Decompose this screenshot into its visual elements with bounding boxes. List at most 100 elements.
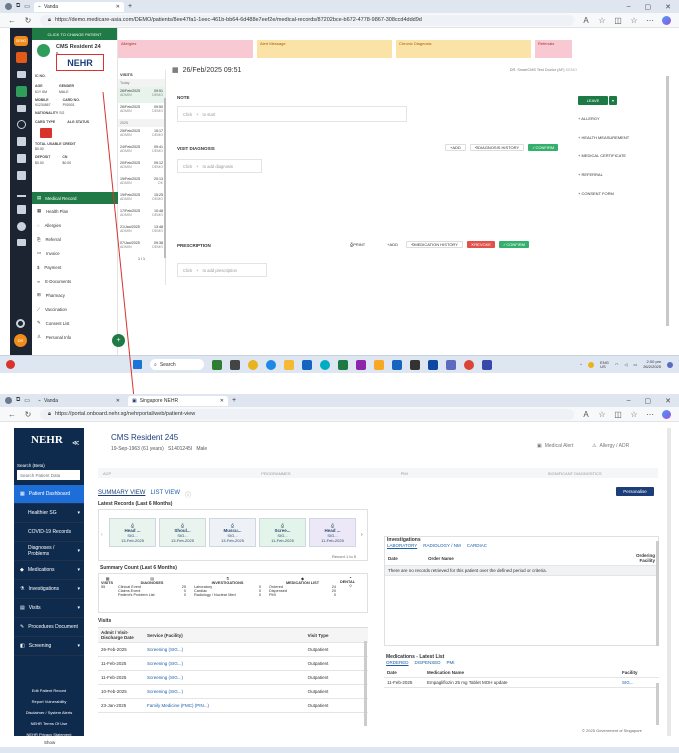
nav-healthier-sg[interactable]: Healthier SG ▾ <box>14 504 84 523</box>
mail-icon[interactable] <box>302 359 312 370</box>
visit-item[interactable]: 19/Feb/2025 15:25 ADMIN DEMO <box>118 191 165 207</box>
menu-item-payment[interactable]: $ Payment <box>32 260 118 274</box>
skype-icon[interactable] <box>320 359 330 370</box>
nav-medications[interactable]: ◆ Medications ▾ <box>14 561 84 580</box>
favorites-icon[interactable]: ☆ <box>630 16 638 25</box>
visit-service[interactable]: Screening (SIG...) <box>144 656 305 671</box>
tray-app-icon[interactable] <box>588 361 595 368</box>
prev-arrow-icon[interactable]: ‹ <box>101 532 103 538</box>
col-date[interactable]: Date <box>384 668 424 678</box>
split-icon[interactable]: ◫ <box>614 16 622 25</box>
minimize-icon[interactable]: – <box>627 397 631 405</box>
tab-vanda[interactable]: ⌁ Vanda ✕ <box>34 396 124 406</box>
maximize-icon[interactable]: ▢ <box>645 3 652 11</box>
refresh-icon[interactable]: ↻ <box>24 16 32 25</box>
flag-significant-diagnostics[interactable]: SIGNIFICANT DIAGNOSTICS <box>548 471 602 476</box>
patient-data-search-input[interactable] <box>17 470 80 480</box>
chat-icon[interactable] <box>16 105 26 112</box>
visit-item[interactable]: 07/Jan/2025 09:38 ADMIN DEMO <box>118 239 165 255</box>
tabs-icon[interactable]: ▭ <box>24 3 30 10</box>
visit-item[interactable]: 24/Feb/2025 09:41 ADMIN DEMO <box>118 143 165 159</box>
medication-history-button[interactable]: ⟲ MEDICATION HISTORY <box>406 241 463 248</box>
truck-icon[interactable] <box>16 239 26 246</box>
flag-programmes[interactable]: PROGRAMMES <box>261 471 290 476</box>
prescription-input[interactable]: Click + to add prescription <box>177 263 267 277</box>
menu-item-consent-list[interactable]: ✎ Consent List <box>32 316 118 330</box>
favorites-icon[interactable]: ☆ <box>630 410 638 419</box>
chart-icon[interactable] <box>16 188 26 197</box>
col-date[interactable]: Date <box>385 551 425 566</box>
nav-patient-dashboard[interactable]: ▦ Patient Dashboard <box>14 485 84 504</box>
new-tab-icon[interactable]: + <box>128 3 132 10</box>
tab-radiology[interactable]: RADIOLOGY / NM <box>423 543 460 548</box>
files-icon[interactable] <box>284 359 294 370</box>
taskbar-search[interactable]: ⌕ Search <box>150 359 204 370</box>
add-fab-button[interactable]: + <box>112 334 125 347</box>
col-order-name[interactable]: Order Name <box>425 551 626 566</box>
note-input[interactable]: Click + to start <box>177 106 407 122</box>
visit-item[interactable]: 25/Feb/2025 15:17 ADMIN DEMO <box>118 127 165 143</box>
close-icon[interactable]: ✕ <box>116 4 120 10</box>
store-icon[interactable] <box>410 359 420 370</box>
visit-item[interactable]: 19/Feb/2025 20:13 ADMIN OK <box>118 175 165 191</box>
link-edit-patient-record[interactable]: Edit Patient Record <box>14 685 84 696</box>
copy-icon[interactable]: ⧉ <box>16 397 20 404</box>
visits-scrollbar[interactable] <box>364 641 367 726</box>
investigations-scrollbar[interactable] <box>656 541 659 646</box>
nav-procedures-document[interactable]: ✎ Procedures Document <box>14 618 84 637</box>
link-health-measurement[interactable]: + HEALTH MEASUREMENT <box>578 135 668 140</box>
menu-item-edocuments[interactable]: ∞ E-Documents <box>32 274 118 288</box>
task-view-icon[interactable] <box>230 359 240 370</box>
new-tab-icon[interactable]: + <box>232 397 236 404</box>
main-scrollbar[interactable] <box>666 76 669 326</box>
copilot-icon[interactable] <box>662 409 671 419</box>
tab-ordered[interactable]: ORDERED <box>386 660 409 665</box>
excel-icon[interactable] <box>338 359 348 370</box>
link-disclaimer[interactable]: Disclaimer / System Alerts <box>14 707 84 718</box>
table-row[interactable]: 10-Feb-2025 Screening (SIG...) Outpatient <box>98 684 368 699</box>
medical-alert-button[interactable]: ▣ Medical Alert <box>537 443 573 449</box>
nav-investigations[interactable]: ⚗ Investigations ▾ <box>14 580 84 599</box>
favorite-icon[interactable]: ☆ <box>598 16 606 25</box>
summary-view-tab[interactable]: SUMMARY VIEW <box>98 490 145 499</box>
link-terms-of-use[interactable]: NEHR Terms Of Use <box>14 718 84 729</box>
widgets-icon[interactable] <box>212 359 222 370</box>
revoke-button[interactable]: ✕ REVOKE <box>466 241 495 248</box>
visit-service[interactable]: Screening (SIG...) <box>144 642 305 657</box>
col-visit-date[interactable]: Admit / Visit-Discharge Date <box>98 628 144 643</box>
table-row[interactable]: 26-Feb-2025 Screening (SIG...) Outpatient <box>98 642 368 657</box>
record-card[interactable]: ⎙ Head ... SIG... 13-Feb-2025 <box>109 518 156 547</box>
medications-scrollbar[interactable] <box>656 683 659 725</box>
alert-message[interactable]: Alert Message <box>257 40 392 58</box>
tab-cardiac[interactable]: CARDIAC <box>467 543 487 548</box>
visit-item[interactable]: 21/Jan/2025 13:48 ADMIN DEMO <box>118 223 165 239</box>
visit-service[interactable]: Screening (SIG...) <box>144 670 305 685</box>
nav-diagnoses[interactable]: Diagnoses / Problems ▾ <box>14 542 84 561</box>
volume-icon[interactable]: ◁ <box>624 362 627 367</box>
col-service[interactable]: Service (Facility) <box>144 628 305 643</box>
personalise-button[interactable]: Personalise <box>616 487 654 496</box>
chrome-icon[interactable] <box>248 359 258 370</box>
close-window-icon[interactable]: ✕ <box>665 397 671 405</box>
pin-icon[interactable] <box>16 222 26 231</box>
read-aloud-icon[interactable]: A <box>582 16 590 25</box>
show-label[interactable]: Show <box>44 740 55 745</box>
table-row[interactable]: 11-Feb-2025 Screening (SIG...) Outpatient <box>98 656 368 671</box>
allergy-adr-button[interactable]: ⚠ Allergy / ADR <box>592 443 629 449</box>
teams-icon[interactable] <box>446 359 456 370</box>
link-consent-form[interactable]: + CONSENT FORM <box>578 191 668 196</box>
edge-icon[interactable] <box>266 359 276 370</box>
alert-chronic-diagnosis[interactable]: Chronic Diagnosis <box>396 40 531 58</box>
tray-language[interactable]: ENG US <box>600 360 609 369</box>
maximize-icon[interactable]: ▢ <box>645 397 652 405</box>
next-arrow-icon[interactable]: › <box>361 532 363 538</box>
visits-pager[interactable]: 1 / 1 <box>118 255 165 261</box>
drive-icon[interactable] <box>374 359 384 370</box>
col-facility[interactable]: Facility <box>619 668 659 678</box>
tabs-icon[interactable]: ▭ <box>24 397 30 404</box>
menu-item-health-plan[interactable]: ▦ Health Plan <box>32 204 118 218</box>
back-icon[interactable]: ← <box>8 16 16 25</box>
more-icon[interactable]: ⋯ <box>646 410 654 419</box>
favorite-icon[interactable]: ☆ <box>598 410 606 419</box>
link-referral[interactable]: + REFERRAL <box>578 172 668 177</box>
